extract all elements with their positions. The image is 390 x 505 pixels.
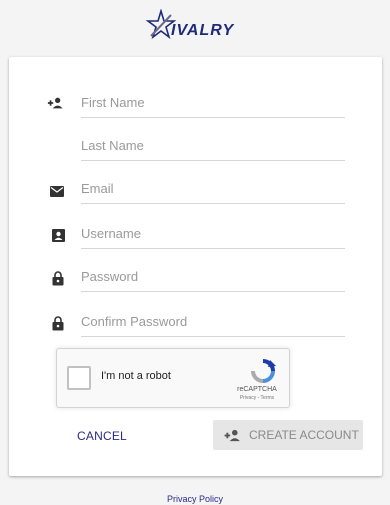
recaptcha-widget: I'm not a robot reCAPTCHA Privacy - Term…: [56, 348, 290, 408]
username-placeholder: Username: [81, 226, 141, 241]
last-name-placeholder: Last Name: [81, 138, 144, 153]
email-field[interactable]: Email: [81, 174, 345, 204]
mail-icon: [49, 183, 65, 199]
lock-icon: [50, 270, 66, 286]
create-account-label: CREATE ACCOUNT: [249, 428, 359, 442]
email-placeholder: Email: [81, 181, 114, 196]
recaptcha-links[interactable]: Privacy - Terms: [227, 395, 287, 401]
confirm-password-placeholder: Confirm Password: [81, 314, 188, 329]
recaptcha-checkbox[interactable]: [67, 366, 91, 390]
first-name-placeholder: First Name: [81, 95, 145, 110]
confirm-password-field[interactable]: Confirm Password: [81, 307, 345, 337]
first-name-field[interactable]: First Name: [81, 88, 345, 118]
rivalry-logo: IVALRY: [0, 8, 390, 44]
add-person-icon: [223, 429, 241, 442]
recaptcha-brand: reCAPTCHA: [237, 386, 277, 393]
recaptcha-label: I'm not a robot: [101, 370, 171, 382]
add-person-icon: [47, 95, 63, 111]
last-name-field[interactable]: Last Name: [81, 131, 345, 161]
password-placeholder: Password: [81, 269, 139, 284]
cancel-button[interactable]: CANCEL: [66, 420, 138, 452]
privacy-policy-link[interactable]: Privacy Policy: [0, 494, 390, 504]
recaptcha-icon: [248, 358, 278, 384]
password-field[interactable]: Password: [81, 262, 345, 292]
signup-card: First Name Last Name Email Username Pass: [9, 57, 382, 476]
username-field[interactable]: Username: [81, 219, 345, 249]
contact-card-icon: [50, 227, 66, 243]
create-account-button[interactable]: CREATE ACCOUNT: [213, 420, 363, 450]
lock-icon: [50, 315, 66, 331]
logo-text: IVALRY: [171, 22, 235, 39]
